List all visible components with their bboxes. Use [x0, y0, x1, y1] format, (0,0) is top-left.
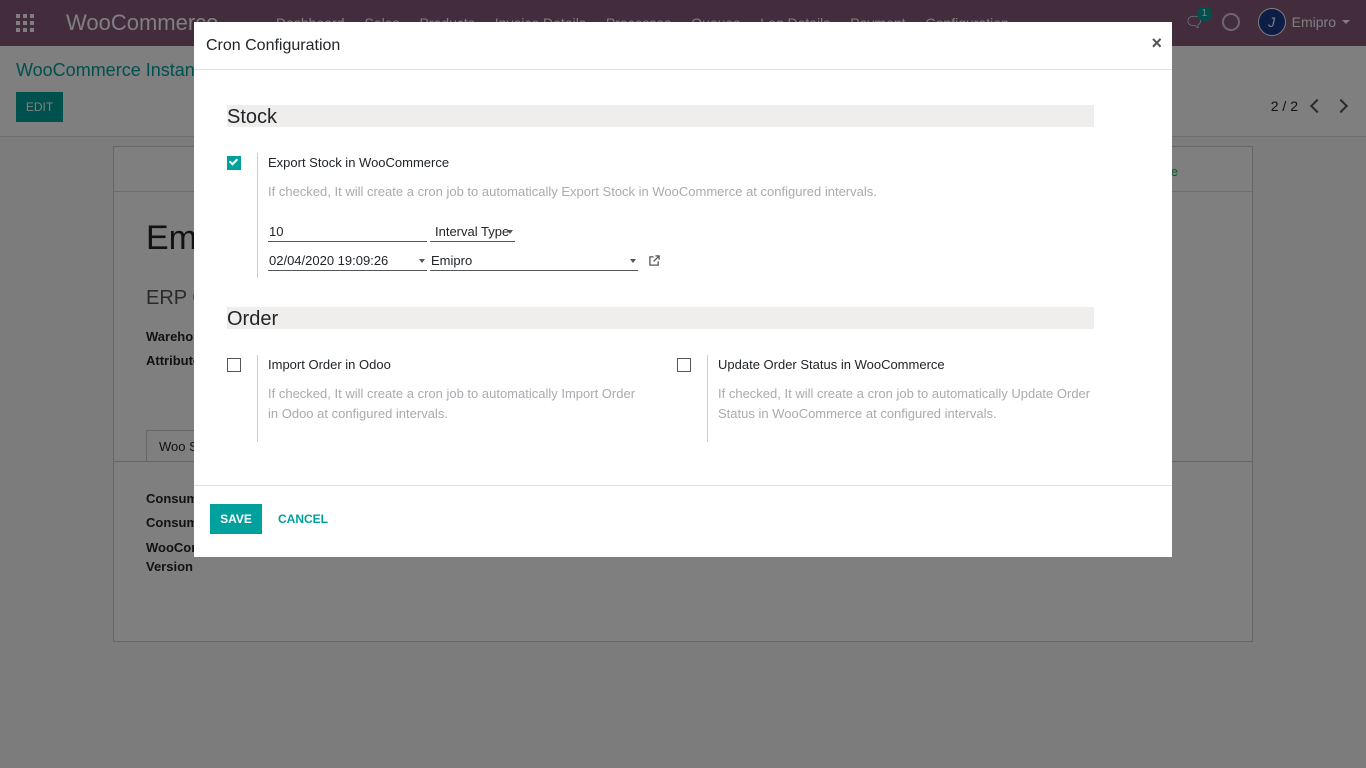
cron-user-value: Emipro	[431, 253, 473, 268]
update-order-status-checkbox[interactable]	[677, 358, 691, 372]
divider	[194, 485, 1172, 486]
cron-user-select[interactable]: Emipro	[430, 251, 638, 271]
export-stock-label: Export Stock in WooCommerce	[268, 155, 450, 170]
save-button[interactable]: SAVE	[210, 504, 262, 534]
divider	[257, 355, 258, 442]
chevron-down-icon	[630, 259, 636, 263]
import-order-help-line1: If checked, It will create a cron job to…	[268, 386, 636, 401]
import-order-checkbox[interactable]	[227, 358, 241, 372]
section-title-order: Order	[227, 307, 1094, 330]
modal-title: Cron Configuration	[206, 37, 341, 54]
divider	[257, 153, 258, 278]
export-stock-help: If checked, It will create a cron job to…	[268, 184, 877, 199]
chevron-down-icon	[507, 230, 513, 234]
section-title-stock: Stock	[227, 105, 1094, 128]
export-stock-checkbox[interactable]	[227, 156, 241, 170]
interval-number-input[interactable]: 10	[268, 222, 427, 242]
chevron-down-icon	[419, 259, 425, 263]
update-order-status-help-line1: If checked, It will create a cron job to…	[718, 386, 1091, 401]
modal-header: Cron Configuration ×	[194, 22, 1172, 70]
next-call-datetime-input[interactable]: 02/04/2020 19:09:26	[268, 251, 427, 271]
cron-configuration-dialog: Cron Configuration × Stock Export Stock …	[194, 22, 1172, 557]
cancel-button[interactable]: CANCEL	[278, 504, 328, 534]
import-order-help-line2: in Odoo at configured intervals.	[268, 406, 448, 421]
external-link-icon[interactable]	[649, 255, 660, 266]
interval-type-value: Interval Type	[435, 224, 510, 239]
update-order-status-label: Update Order Status in WooCommerce	[718, 357, 945, 372]
next-call-value: 02/04/2020 19:09:26	[269, 253, 389, 268]
divider	[707, 355, 708, 442]
close-icon[interactable]: ×	[1151, 33, 1162, 54]
interval-type-select[interactable]: Interval Type	[430, 222, 515, 242]
update-order-status-help-line2: Status in WooCommerce at configured inte…	[718, 406, 997, 421]
import-order-label: Import Order in Odoo	[268, 357, 391, 372]
